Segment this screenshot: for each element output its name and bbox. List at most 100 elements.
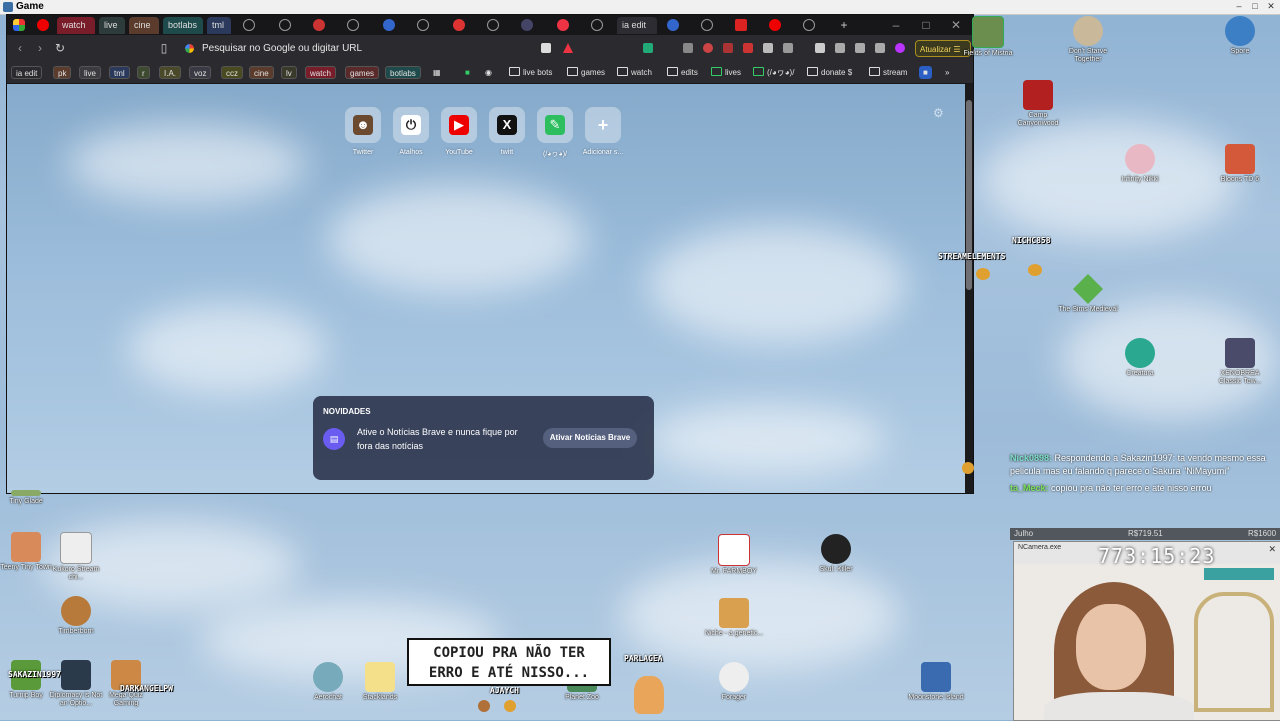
extension-icon[interactable] <box>743 43 753 53</box>
extension-icon[interactable] <box>855 43 865 53</box>
extension-icon[interactable] <box>783 43 793 53</box>
top-site-tile[interactable]: ▶ <box>441 107 477 143</box>
wallet-icon[interactable] <box>835 43 845 53</box>
youtube-tab-icon[interactable] <box>37 19 49 31</box>
desktop-icon[interactable]: Creatura <box>1110 338 1170 378</box>
bookmark-item[interactable]: tml <box>109 66 130 79</box>
brave-rewards-icon[interactable] <box>563 43 573 53</box>
tab-botlabs[interactable]: botlabs <box>163 17 203 34</box>
bookmark-icon[interactable]: ■ <box>461 66 474 79</box>
top-site-tile[interactable]: ✎ <box>537 107 573 143</box>
desktop-icon[interactable]: The Sims Medieval <box>1058 274 1118 314</box>
bookmark-folder[interactable]: edits <box>663 66 702 79</box>
desktop-icon[interactable]: Fields of Mistria <box>958 16 1018 58</box>
leo-ai-icon[interactable] <box>895 43 905 53</box>
maximize-icon[interactable]: □ <box>1248 1 1262 12</box>
desktop-icon[interactable]: Forager <box>704 662 764 702</box>
desktop-icon[interactable]: Stacklands <box>350 662 410 702</box>
desktop-icon[interactable]: Mr. FARMBOY <box>704 534 764 576</box>
desktop-icon[interactable]: Niche - a genetic... <box>704 598 764 638</box>
bookmark-item[interactable]: watch <box>305 66 336 79</box>
close-icon[interactable]: ✕ <box>1268 544 1276 555</box>
bookmark-item[interactable]: ccz <box>221 66 243 79</box>
activate-news-button[interactable]: Ativar Notícias Brave <box>543 428 637 448</box>
extension-icon[interactable] <box>723 43 733 53</box>
tab-icon[interactable] <box>557 19 569 31</box>
extensions-puzzle-icon[interactable] <box>763 43 773 53</box>
brave-shields-icon[interactable] <box>541 43 551 53</box>
tab-icon[interactable] <box>347 19 359 31</box>
bookmark-item[interactable]: botlabs <box>385 66 421 79</box>
forward-icon[interactable]: › <box>33 41 47 55</box>
desktop-icon[interactable]: Bloons TD 6 <box>1210 144 1270 184</box>
desktop-icon[interactable]: Tiny Glade <box>0 490 56 506</box>
sidebar-icon[interactable] <box>815 43 825 53</box>
bookmark-folder[interactable]: live bots <box>505 66 556 79</box>
reload-icon[interactable]: ↻ <box>53 41 67 55</box>
bookmark-item[interactable]: voz <box>189 66 212 79</box>
tab-icon[interactable] <box>521 19 533 31</box>
back-icon[interactable]: ‹ <box>13 41 27 55</box>
bookmark-folder[interactable]: lives <box>707 66 745 79</box>
tab-icon[interactable] <box>383 19 395 31</box>
scrollbar-thumb[interactable] <box>966 100 972 290</box>
tab-icon[interactable] <box>803 19 815 31</box>
tab-icon[interactable] <box>417 19 429 31</box>
tab-tml[interactable]: tml <box>207 17 231 34</box>
tab-icon[interactable] <box>313 19 325 31</box>
new-tab-icon[interactable]: + <box>837 18 851 32</box>
address-bar[interactable]: Pesquisar no Google ou digitar URL <box>179 39 545 59</box>
desktop-icon[interactable]: Timberborn <box>46 596 106 636</box>
bookmark-icon[interactable]: ◉ <box>481 66 496 79</box>
extension-icon[interactable] <box>643 43 653 53</box>
bookmark-icon[interactable]: ■ <box>919 66 932 79</box>
bookmark-item[interactable]: games <box>345 66 380 79</box>
tab-icon[interactable] <box>735 19 747 31</box>
top-site-tile[interactable]: ☻ <box>345 107 381 143</box>
bookmark-folder[interactable]: watch <box>613 66 656 79</box>
maximize-icon[interactable]: □ <box>919 18 933 32</box>
bookmark-icon[interactable]: ▯ <box>157 41 171 55</box>
brave-menu-icon[interactable] <box>13 19 25 31</box>
extension-icon[interactable] <box>703 43 713 53</box>
extension-icon[interactable] <box>683 43 693 53</box>
tab-icon[interactable] <box>453 19 465 31</box>
bookmark-item[interactable]: ia edit <box>11 66 43 79</box>
tab-icon[interactable] <box>769 19 781 31</box>
tab-icon[interactable] <box>591 19 603 31</box>
minimize-icon[interactable]: – <box>889 18 903 32</box>
bookmark-item[interactable]: live <box>79 66 102 79</box>
bookmark-item[interactable]: I.A. <box>159 66 182 79</box>
bookmark-folder[interactable]: games <box>563 66 609 79</box>
tab-icon[interactable] <box>243 19 255 31</box>
scrollbar[interactable] <box>965 84 973 493</box>
tab-cine[interactable]: cine <box>129 17 159 34</box>
desktop-icon[interactable]: Camp Canyonwood <box>1008 80 1068 128</box>
desktop-icon[interactable]: Aerochat <box>298 662 358 702</box>
desktop-icon[interactable]: XENOBREA Classic Tow... <box>1210 338 1270 386</box>
top-site-tile[interactable]: ⏻ <box>393 107 429 143</box>
bookmark-item[interactable]: cine <box>249 66 274 79</box>
close-icon[interactable]: ✕ <box>1264 1 1278 12</box>
tab-watch[interactable]: watch <box>57 17 95 34</box>
desktop-icon[interactable]: Infinity Nikki <box>1110 144 1170 184</box>
add-site-tile[interactable]: + <box>585 107 621 143</box>
tab-icon[interactable] <box>701 19 713 31</box>
desktop-icon[interactable]: Skul: Killer <box>806 534 866 574</box>
tab-ia-edit[interactable]: ia edit <box>617 17 657 34</box>
more-bookmarks-icon[interactable]: » <box>941 66 953 79</box>
desktop-icon[interactable]: Spore <box>1210 16 1270 56</box>
desktop-icon[interactable]: Moonstone Island <box>906 662 966 702</box>
bookmark-folder[interactable]: stream <box>865 66 911 79</box>
tab-live[interactable]: live <box>99 17 125 34</box>
bookmark-item[interactable]: pk <box>53 66 72 79</box>
bookmark-folder[interactable]: donate $ <box>803 66 856 79</box>
desktop-icon[interactable]: Kukoro Stream chi... <box>46 532 106 582</box>
top-site-tile[interactable]: X <box>489 107 525 143</box>
vpn-icon[interactable] <box>875 43 885 53</box>
tab-icon[interactable] <box>667 19 679 31</box>
bookmark-item[interactable]: r <box>137 66 150 79</box>
settings-gear-icon[interactable]: ⚙ <box>933 106 944 120</box>
bookmark-item[interactable]: lv <box>281 66 297 79</box>
bookmark-folder[interactable]: (/◕ヮ◕)/ <box>749 66 798 79</box>
